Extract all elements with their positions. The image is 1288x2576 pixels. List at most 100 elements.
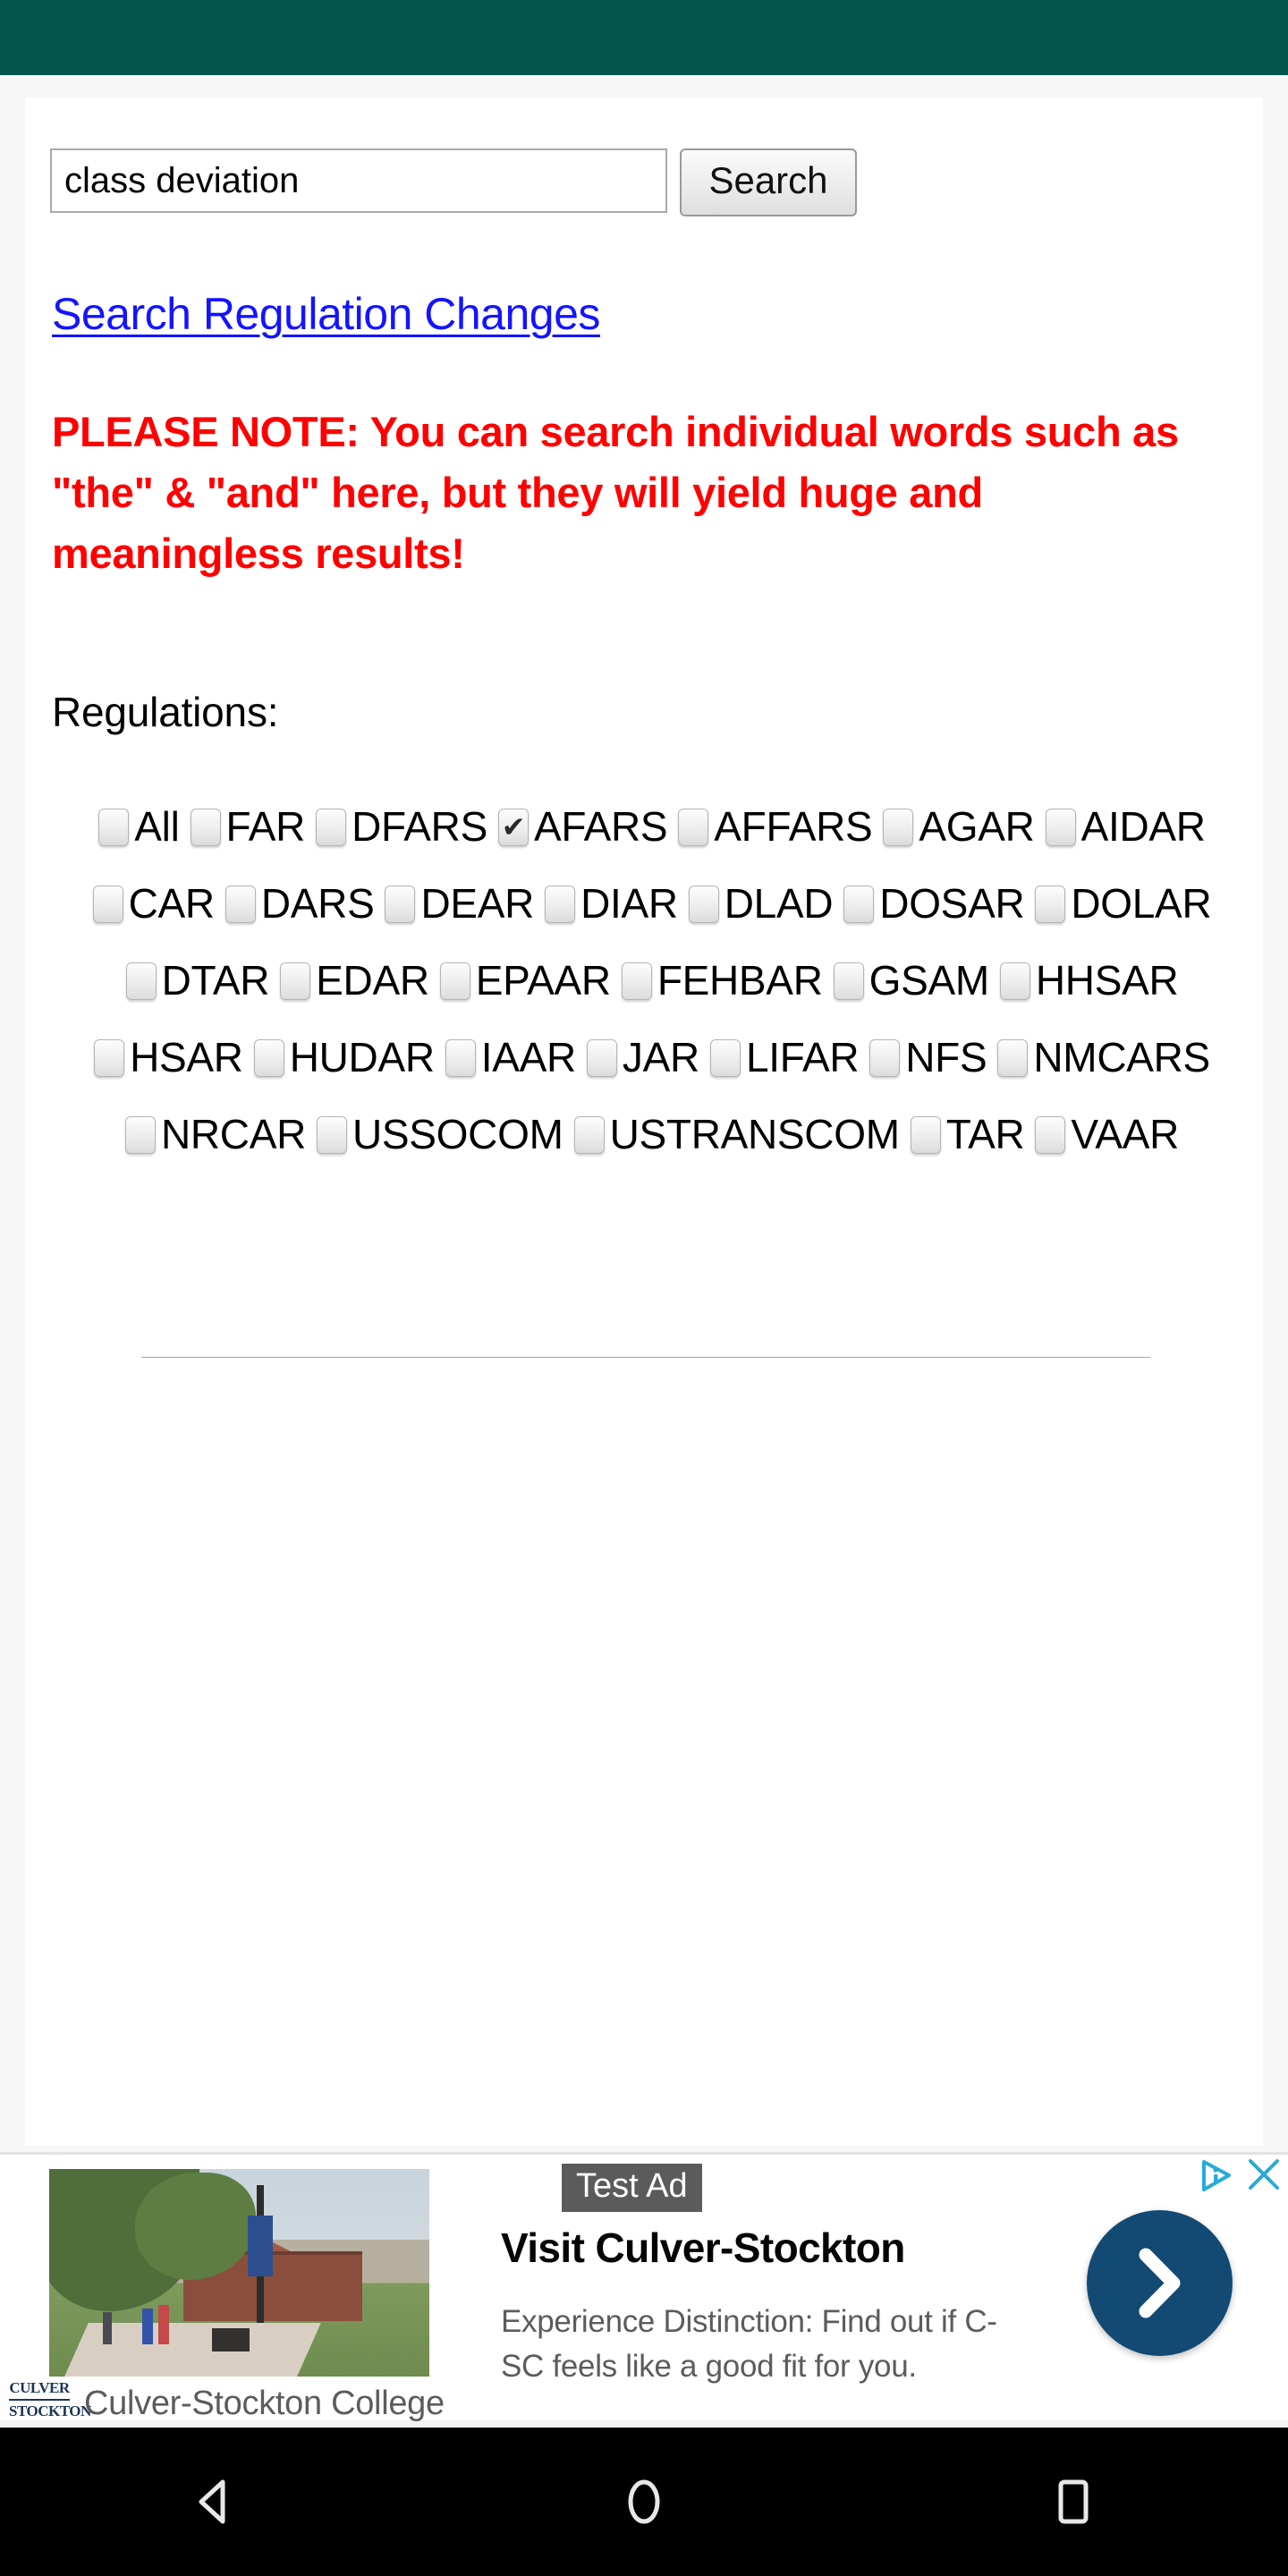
ad-headline: Visit Culver-Stockton xyxy=(501,2224,905,2271)
regulation-checkbox-aidar[interactable]: AIDAR xyxy=(1035,803,1206,850)
checkbox-lifar[interactable] xyxy=(709,1039,741,1077)
regulation-label: DTAR xyxy=(161,957,270,1004)
checkbox-vaar[interactable] xyxy=(1035,1116,1066,1154)
checkbox-car[interactable] xyxy=(92,886,123,923)
regulation-checkbox-car[interactable]: CAR xyxy=(82,880,215,927)
search-input[interactable] xyxy=(50,148,667,213)
regulation-label: NMCARS xyxy=(1033,1034,1210,1080)
nav-home-button[interactable] xyxy=(429,2428,859,2576)
checkbox-dolar[interactable] xyxy=(1035,886,1066,923)
regulation-checkbox-dars[interactable]: DARS xyxy=(215,880,375,927)
regulation-label: HUDAR xyxy=(289,1034,435,1080)
section-divider xyxy=(141,1357,1150,1360)
ad-description: Experience Distinction: Find out if C-SC… xyxy=(501,2304,997,2384)
page-content-card: Search Search Regulation Changes PLEASE … xyxy=(25,97,1263,2146)
checkbox-diar[interactable] xyxy=(545,886,576,923)
regulation-checkbox-dlad[interactable]: DLAD xyxy=(678,880,834,927)
search-regulation-changes-link[interactable]: Search Regulation Changes xyxy=(52,288,600,340)
checkbox-nfs[interactable] xyxy=(869,1039,901,1077)
checkbox-dars[interactable] xyxy=(225,886,256,923)
regulation-checkbox-far[interactable]: FAR xyxy=(180,803,305,850)
regulation-label: LIFAR xyxy=(745,1034,860,1080)
regulation-label: DOSAR xyxy=(879,880,1025,927)
checkbox-gsam[interactable] xyxy=(833,962,864,1000)
regulation-checkbox-epaar[interactable]: EPAAR xyxy=(429,957,611,1004)
ad-advertiser-row: CULVER STOCKTON Culver-Stockton College xyxy=(9,2377,445,2429)
regulation-checkbox-vaar[interactable]: VAAR xyxy=(1024,1111,1179,1157)
checkbox-dear[interactable] xyxy=(385,886,416,923)
search-button[interactable]: Search xyxy=(680,148,857,216)
nav-recents-button[interactable] xyxy=(859,2428,1288,2576)
regulation-checkbox-hudar[interactable]: HUDAR xyxy=(243,1034,435,1080)
regulation-checkbox-nrcar[interactable]: NRCAR xyxy=(114,1111,306,1157)
regulation-checkbox-dolar[interactable]: DOLAR xyxy=(1024,880,1212,927)
checkbox-hhsar[interactable] xyxy=(999,962,1030,1000)
checkbox-tar[interactable] xyxy=(910,1116,941,1154)
ad-close-icon[interactable] xyxy=(1245,2156,1283,2193)
checkbox-dosar[interactable] xyxy=(843,886,875,923)
regulation-checkbox-dfars[interactable]: DFARS xyxy=(305,803,487,850)
regulation-checkbox-affars[interactable]: AFFARS xyxy=(667,803,873,850)
regulation-label: DARS xyxy=(260,880,375,927)
logo-line-1: CULVER xyxy=(9,2377,70,2401)
regulations-heading: Regulations: xyxy=(52,689,279,735)
regulation-checkbox-edar[interactable]: EDAR xyxy=(269,957,429,1004)
checkbox-aidar[interactable] xyxy=(1045,809,1076,846)
checkbox-hsar[interactable] xyxy=(94,1039,125,1077)
regulation-label: IAAR xyxy=(480,1034,576,1080)
checkbox-affars[interactable] xyxy=(678,809,709,846)
regulation-label: NFS xyxy=(905,1034,987,1080)
regulation-checkbox-lifar[interactable]: LIFAR xyxy=(699,1034,860,1080)
regulation-label: TAR xyxy=(945,1111,1025,1157)
regulation-label: HHSAR xyxy=(1035,957,1179,1004)
regulation-label: NRCAR xyxy=(160,1111,306,1157)
regulation-checkbox-agar[interactable]: AGAR xyxy=(872,803,1035,850)
adchoices-icon[interactable] xyxy=(1199,2157,1236,2195)
regulation-checkbox-all[interactable]: All xyxy=(88,803,180,850)
regulation-checkbox-dear[interactable]: DEAR xyxy=(374,880,534,927)
regulation-checkbox-hhsar[interactable]: HHSAR xyxy=(989,957,1179,1004)
regulation-checkbox-ussocom[interactable]: USSOCOM xyxy=(306,1111,564,1157)
regulation-label: FEHBAR xyxy=(657,957,823,1004)
regulation-checkbox-diar[interactable]: DIAR xyxy=(534,880,678,927)
regulation-checkbox-dosar[interactable]: DOSAR xyxy=(833,880,1025,927)
regulation-checkbox-gsam[interactable]: GSAM xyxy=(823,957,989,1004)
regulation-checkbox-hsar[interactable]: HSAR xyxy=(83,1034,243,1080)
checkbox-jar[interactable] xyxy=(586,1039,617,1077)
nav-back-button[interactable] xyxy=(0,2428,429,2576)
regulation-checkbox-iaar[interactable]: IAAR xyxy=(435,1034,576,1080)
regulation-label: GSAM xyxy=(869,957,990,1004)
ad-test-badge: Test Ad xyxy=(562,2164,702,2212)
regulation-label: CAR xyxy=(128,880,216,927)
regulation-checkbox-afars[interactable]: AFARS xyxy=(487,803,668,850)
checkbox-dtar[interactable] xyxy=(125,962,157,1000)
regulation-checkbox-jar[interactable]: JAR xyxy=(576,1034,699,1080)
ad-cta-button[interactable] xyxy=(1087,2210,1233,2356)
checkbox-dfars[interactable] xyxy=(316,809,347,846)
checkbox-edar[interactable] xyxy=(280,962,311,1000)
checkbox-hudar[interactable] xyxy=(253,1039,284,1077)
regulation-checkbox-nmcars[interactable]: NMCARS xyxy=(987,1034,1210,1080)
checkbox-epaar[interactable] xyxy=(439,962,470,1000)
checkbox-nrcar[interactable] xyxy=(124,1116,156,1154)
checkbox-ustranscom[interactable] xyxy=(573,1116,605,1154)
logo-line-2: STOCKTON xyxy=(9,2402,91,2419)
regulation-checkbox-tar[interactable]: TAR xyxy=(900,1111,1025,1157)
android-navigation-bar xyxy=(0,2428,1288,2576)
checkbox-nmcars[interactable] xyxy=(997,1039,1029,1077)
checkbox-afars-checked[interactable] xyxy=(497,809,529,846)
checkbox-ussocom[interactable] xyxy=(317,1116,347,1154)
checkbox-all[interactable] xyxy=(98,809,130,846)
regulation-checkbox-dtar[interactable]: DTAR xyxy=(115,957,270,1004)
regulation-checkbox-nfs[interactable]: NFS xyxy=(859,1034,987,1080)
regulation-checkbox-fehbar[interactable]: FEHBAR xyxy=(611,957,823,1004)
regulation-label: USSOCOM xyxy=(352,1111,564,1157)
checkbox-iaar[interactable] xyxy=(445,1039,476,1077)
checkbox-far[interactable] xyxy=(190,809,221,846)
search-row: Search xyxy=(50,148,857,216)
checkbox-dlad[interactable] xyxy=(688,886,719,923)
checkbox-fehbar[interactable] xyxy=(621,962,652,1000)
regulation-label: USTRANSCOM xyxy=(609,1111,900,1157)
regulation-checkbox-ustranscom[interactable]: USTRANSCOM xyxy=(564,1111,900,1157)
checkbox-agar[interactable] xyxy=(883,809,914,846)
